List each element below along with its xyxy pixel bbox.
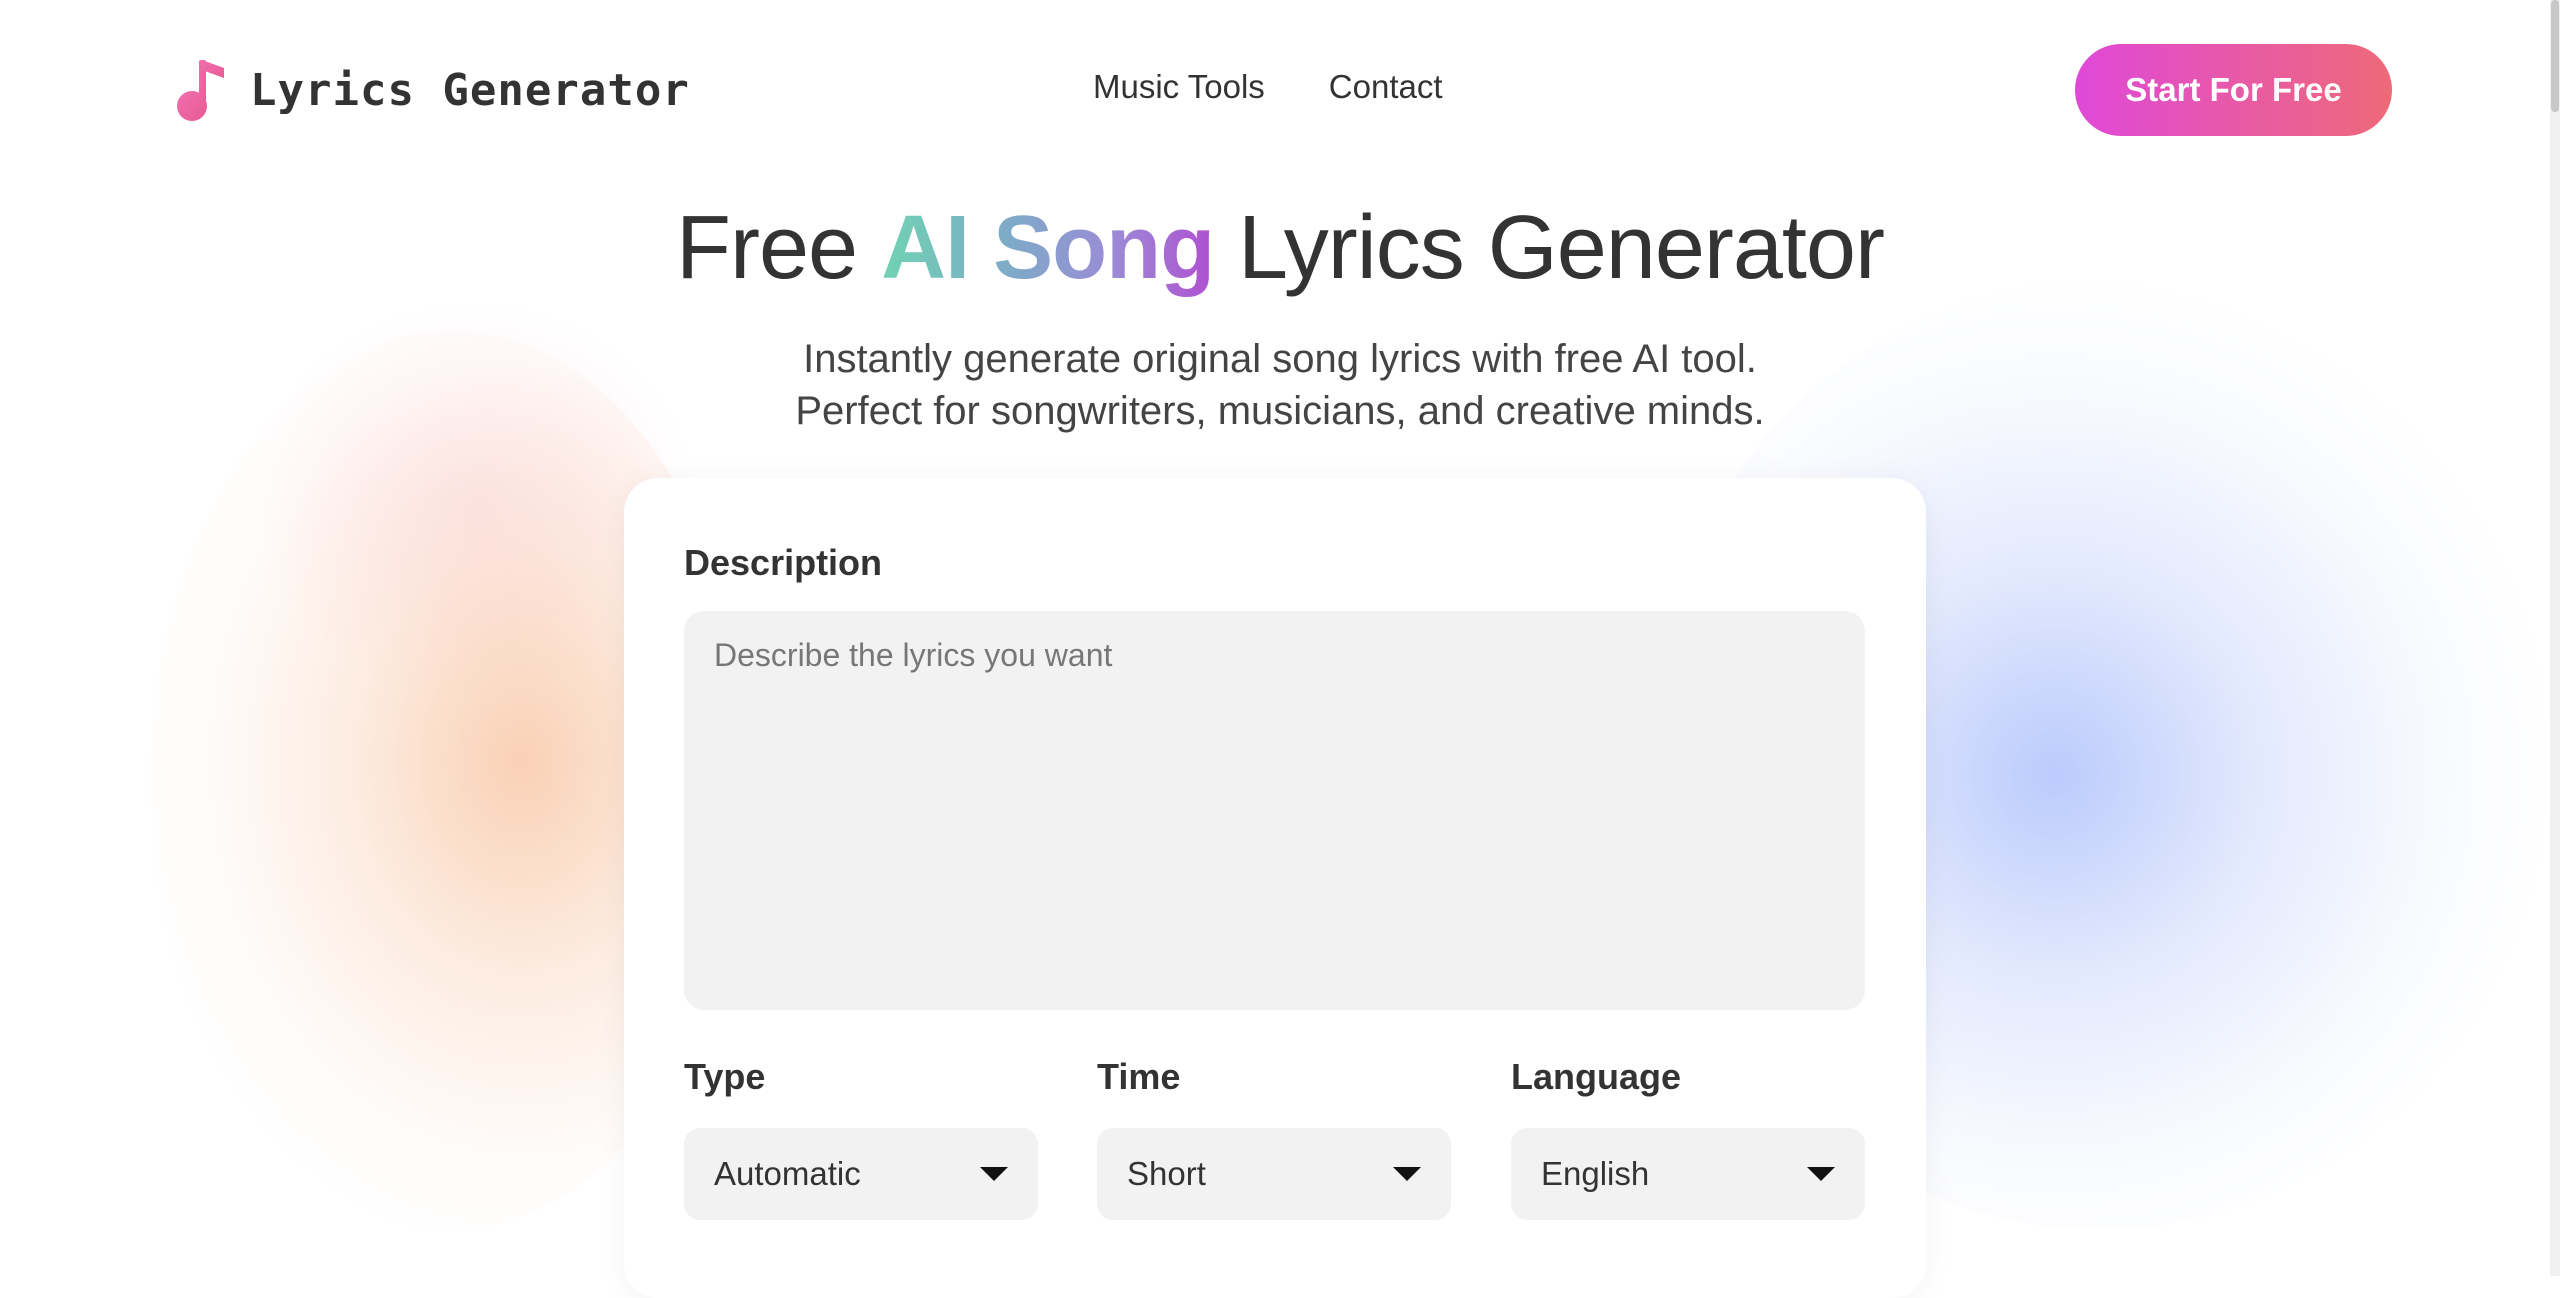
page-title: Free AI Song Lyrics Generator [0, 192, 2560, 304]
caret-down-icon [1807, 1167, 1835, 1181]
site-header: Lyrics Generator Music Tools Contact Sta… [0, 0, 2560, 180]
generator-card: Description Type Automatic Time Short La… [624, 478, 1926, 1298]
subtitle-line-1: Instantly generate original song lyrics … [803, 337, 1757, 381]
language-label: Language [1511, 1056, 1682, 1097]
title-suffix: Lyrics Generator [1214, 198, 1885, 298]
page-scrollbar[interactable] [2550, 0, 2560, 1276]
caret-down-icon [1393, 1167, 1421, 1181]
time-select[interactable]: Short [1097, 1128, 1451, 1220]
description-input[interactable] [684, 611, 1865, 1010]
nav-link-contact[interactable]: Contact [1329, 68, 1443, 106]
type-select[interactable]: Automatic [684, 1128, 1038, 1220]
start-for-free-button[interactable]: Start For Free [2075, 44, 2392, 136]
nav-link-music-tools[interactable]: Music Tools [1093, 68, 1265, 106]
type-select-value: Automatic [714, 1155, 861, 1192]
logo-text: Lyrics Generator [250, 64, 690, 116]
title-prefix: Free [676, 198, 882, 298]
music-note-icon [177, 60, 224, 121]
language-select-value: English [1541, 1155, 1650, 1192]
time-label: Time [1097, 1056, 1181, 1097]
description-label: Description [684, 542, 883, 583]
language-select[interactable]: English [1511, 1128, 1865, 1220]
type-label: Type [684, 1056, 766, 1097]
subtitle-line-2: Perfect for songwriters, musicians, and … [795, 389, 1765, 433]
logo[interactable]: Lyrics Generator [172, 58, 690, 122]
caret-down-icon [980, 1167, 1008, 1181]
title-highlight: AI Song [881, 198, 1215, 298]
scrollbar-thumb[interactable] [2551, 0, 2559, 112]
time-select-value: Short [1127, 1155, 1206, 1192]
hero-subtitle: Instantly generate original song lyrics … [0, 333, 2560, 437]
main-nav: Music Tools Contact [1093, 68, 1443, 106]
